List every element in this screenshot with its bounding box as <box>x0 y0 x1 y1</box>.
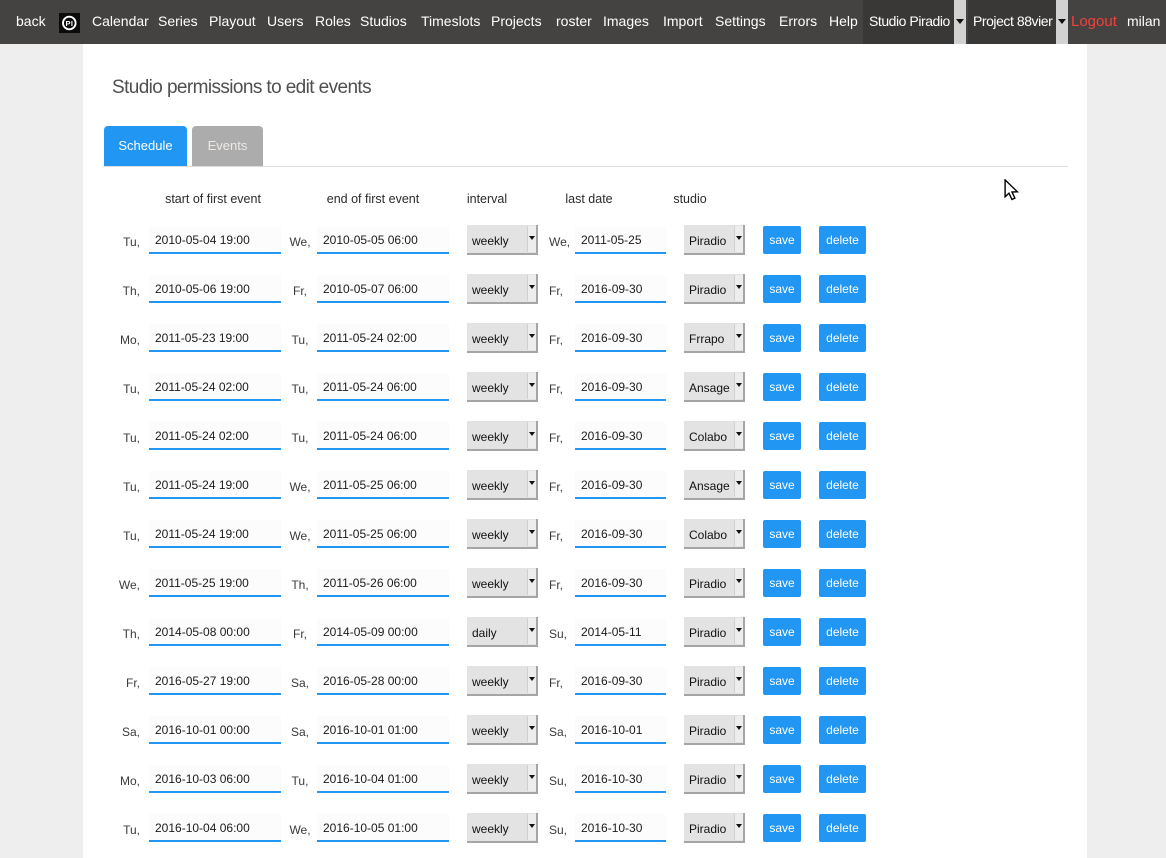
svg-text:PI: PI <box>66 19 74 28</box>
